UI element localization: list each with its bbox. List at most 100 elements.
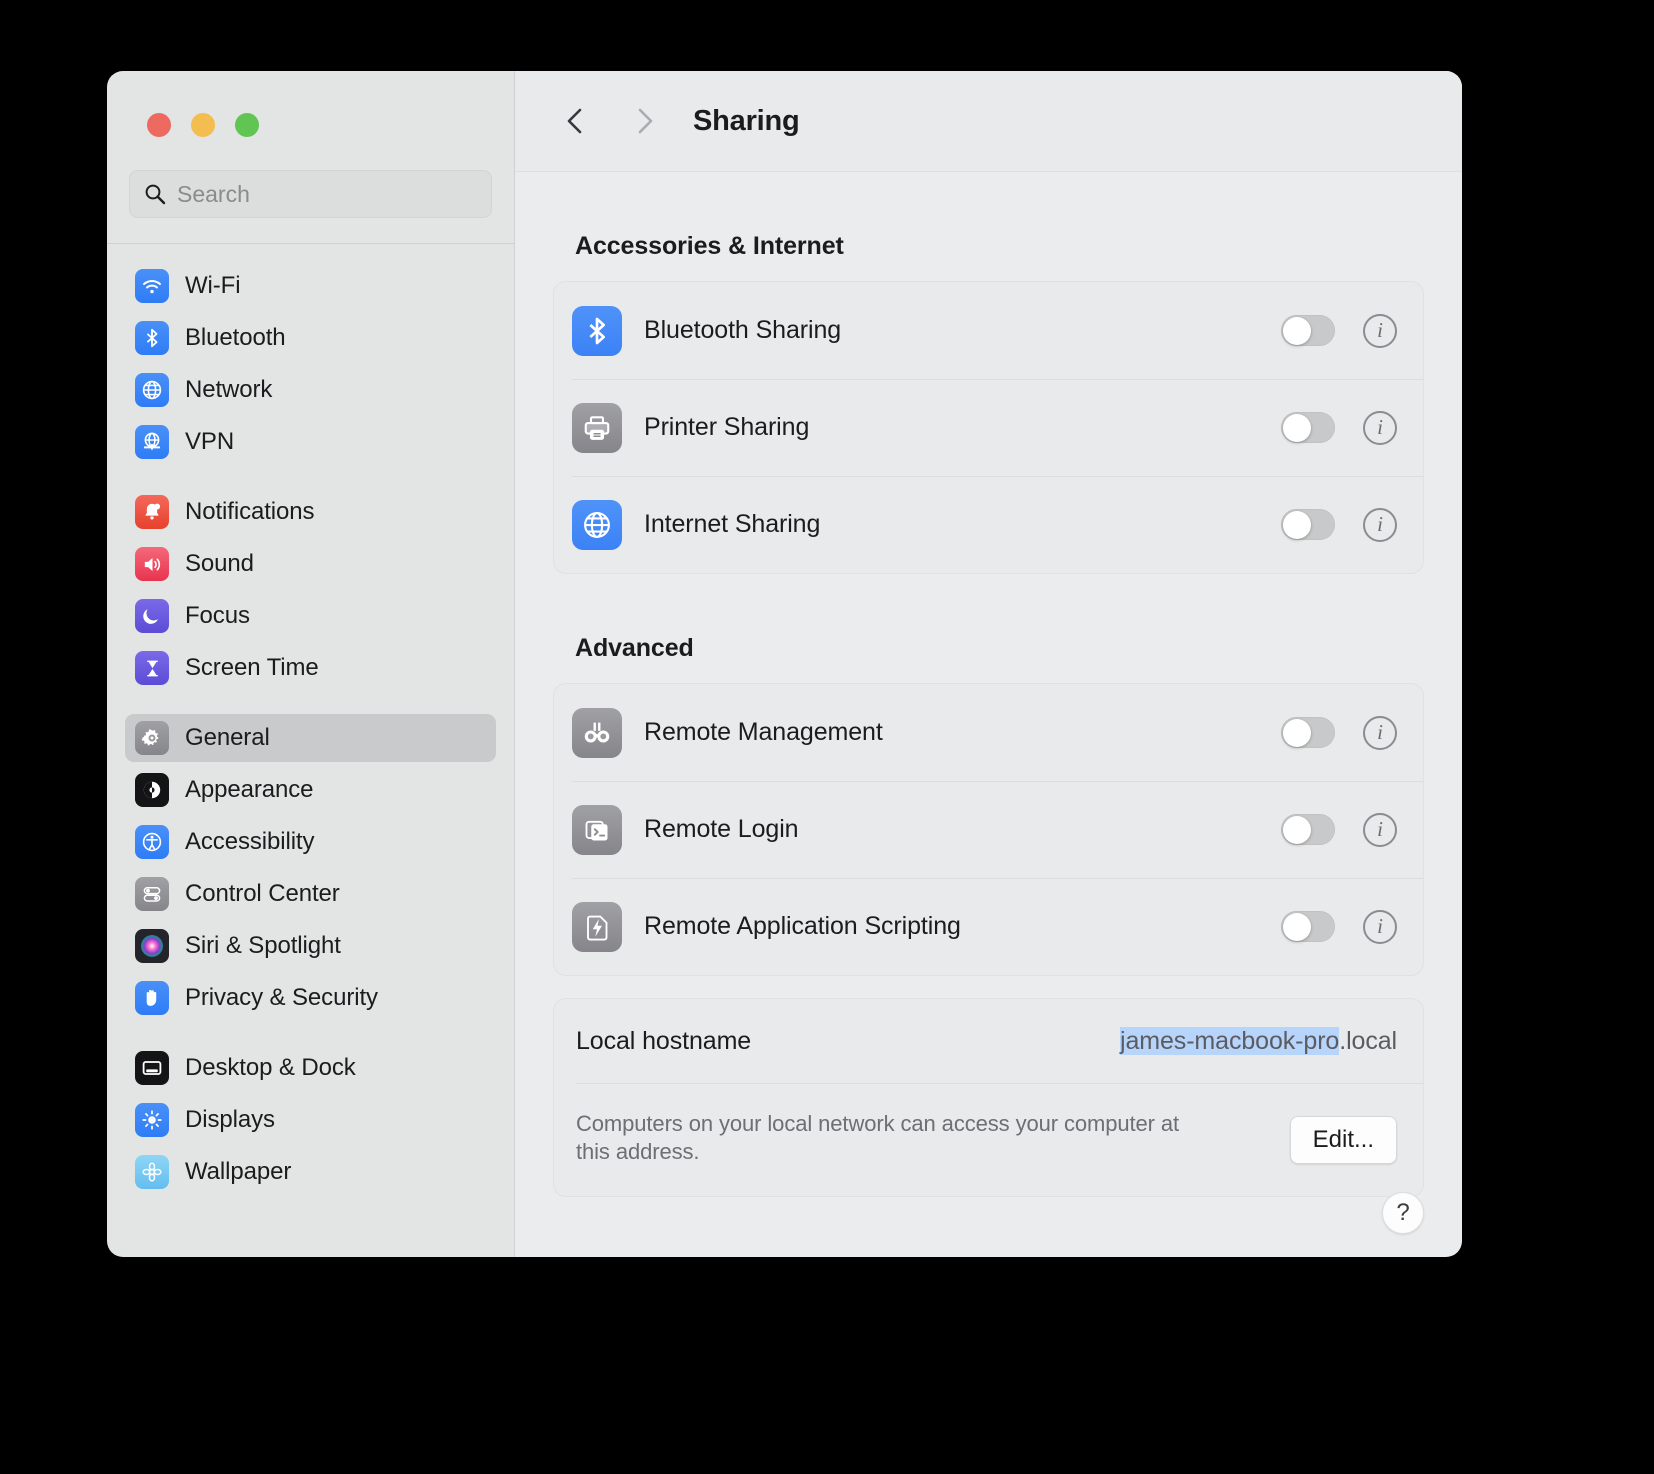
sidebar-item-label: Bluetooth (185, 324, 286, 351)
sidebar-item-vpn[interactable]: VPN (125, 418, 496, 466)
toggle-remote-management[interactable] (1281, 717, 1335, 748)
sidebar-item-label: Control Center (185, 880, 340, 907)
sidebar-item-label: Sound (185, 550, 254, 577)
script-bolt-icon (572, 901, 622, 952)
system-settings-window: Wi-Fi Bluetooth (107, 71, 1462, 1257)
sidebar-item-label: Wi-Fi (185, 272, 241, 299)
sidebar-item-accessibility[interactable]: Accessibility (125, 818, 496, 866)
row-label: Printer Sharing (644, 413, 810, 441)
search-icon (144, 183, 166, 205)
sidebar-item-label: Focus (185, 602, 250, 629)
nav-group-desktop: Desktop & Dock Displays Wallpaper (125, 1044, 496, 1218)
sidebar-item-label: Desktop & Dock (185, 1054, 356, 1081)
sidebar-item-label: Privacy & Security (185, 984, 378, 1011)
close-button[interactable] (147, 113, 171, 137)
row-label: Remote Application Scripting (644, 912, 961, 940)
hourglass-icon (135, 651, 169, 685)
info-button-remote-management[interactable]: i (1363, 715, 1397, 750)
row-printer-sharing[interactable]: Printer Sharing i (554, 379, 1423, 476)
sidebar-item-desktop-dock[interactable]: Desktop & Dock (125, 1044, 496, 1092)
local-hostname-card: Local hostname james-macbook-pro.local C… (553, 998, 1424, 1198)
sidebar-item-label: General (185, 724, 270, 751)
bell-icon (135, 495, 169, 529)
main-body: Accessories & Internet Bluetooth Sharing… (515, 172, 1462, 1257)
accessibility-icon (135, 825, 169, 859)
info-button-remote-login[interactable]: i (1363, 812, 1397, 847)
vpn-globe-icon (135, 425, 169, 459)
help-button[interactable]: ? (1382, 1192, 1424, 1234)
local-hostname-selected-text: james-macbook-pro (1120, 1026, 1340, 1055)
nav-group-network: Wi-Fi Bluetooth Network VPN (125, 258, 496, 488)
speaker-icon (135, 547, 169, 581)
sidebar-item-focus[interactable]: Focus (125, 592, 496, 640)
sidebar-item-sound[interactable]: Sound (125, 540, 496, 588)
sidebar-item-notifications[interactable]: Notifications (125, 488, 496, 536)
section-title-accessories: Accessories & Internet (575, 232, 844, 260)
sidebar-item-label: VPN (185, 428, 235, 455)
window-controls (107, 71, 514, 137)
moon-icon (135, 599, 169, 633)
desktop-dock-icon (135, 1051, 169, 1085)
brightness-icon (135, 1103, 169, 1137)
sidebar-item-control-center[interactable]: Control Center (125, 870, 496, 918)
sidebar-item-label: Accessibility (185, 828, 315, 855)
local-hostname-value[interactable]: james-macbook-pro.local (1120, 1026, 1397, 1056)
toggle-internet-sharing[interactable] (1281, 509, 1335, 540)
hostname-description: Computers on your local network can acce… (576, 1111, 1180, 1165)
edit-button[interactable]: Edit... (1289, 1116, 1397, 1164)
search-input[interactable] (177, 180, 477, 208)
info-button-remote-application-scripting[interactable]: i (1363, 909, 1397, 944)
sidebar-item-screen-time[interactable]: Screen Time (125, 644, 496, 692)
back-button[interactable] (553, 99, 597, 143)
info-button-internet-sharing[interactable]: i (1363, 507, 1397, 542)
printer-icon (572, 402, 622, 453)
switches-icon (135, 877, 169, 911)
row-bluetooth-sharing[interactable]: Bluetooth Sharing i (554, 282, 1423, 379)
local-hostname-row[interactable]: Local hostname james-macbook-pro.local (554, 999, 1423, 1083)
main-header: Sharing (515, 71, 1462, 171)
sidebar-item-siri-spotlight[interactable]: Siri & Spotlight (125, 922, 496, 970)
sidebar-item-label: Siri & Spotlight (185, 932, 341, 959)
minimize-button[interactable] (191, 113, 215, 137)
toggle-bluetooth-sharing[interactable] (1281, 315, 1335, 346)
zoom-button[interactable] (235, 113, 259, 137)
sidebar-item-general[interactable]: General (125, 714, 496, 762)
sidebar-item-wallpaper[interactable]: Wallpaper (125, 1148, 496, 1196)
toggle-printer-sharing[interactable] (1281, 412, 1335, 443)
local-hostname-suffix: .local (1339, 1026, 1397, 1055)
sidebar-item-displays[interactable]: Displays (125, 1096, 496, 1144)
toggle-remote-application-scripting[interactable] (1281, 911, 1335, 942)
info-button-printer-sharing[interactable]: i (1363, 410, 1397, 445)
globe-icon (572, 499, 622, 550)
row-remote-login[interactable]: Remote Login i (554, 781, 1423, 878)
row-label: Remote Login (644, 815, 799, 843)
row-remote-management[interactable]: Remote Management i (554, 684, 1423, 781)
sidebar-item-appearance[interactable]: Appearance (125, 766, 496, 814)
row-label: Bluetooth Sharing (644, 316, 842, 344)
row-label: Remote Management (644, 718, 883, 746)
wifi-icon (135, 269, 169, 303)
sidebar-item-wifi[interactable]: Wi-Fi (125, 262, 496, 310)
terminal-icon (572, 804, 622, 855)
sidebar-item-network[interactable]: Network (125, 366, 496, 414)
local-hostname-label: Local hostname (576, 1026, 752, 1055)
sidebar-item-bluetooth[interactable]: Bluetooth (125, 314, 496, 362)
nav-group-alerts: Notifications Sound Focus Screen Time (125, 488, 496, 714)
sidebar-item-label: Appearance (185, 776, 314, 803)
sidebar-item-label: Notifications (185, 498, 315, 525)
sidebar-item-privacy-security[interactable]: Privacy & Security (125, 974, 496, 1022)
row-internet-sharing[interactable]: Internet Sharing i (554, 476, 1423, 573)
sidebar-nav: Wi-Fi Bluetooth Network VPN Notification… (107, 244, 514, 1218)
info-button-bluetooth-sharing[interactable]: i (1363, 313, 1397, 348)
row-remote-application-scripting[interactable]: Remote Application Scripting i (554, 878, 1423, 975)
search-field[interactable] (129, 170, 492, 218)
forward-button[interactable] (623, 99, 667, 143)
appearance-icon (135, 773, 169, 807)
toggle-remote-login[interactable] (1281, 814, 1335, 845)
main-panel: Sharing Accessories & Internet Bluetooth… (515, 71, 1462, 1257)
sidebar-item-label: Displays (185, 1106, 275, 1133)
nav-group-system: General Appearance Accessibility Control… (125, 714, 496, 1044)
globe-icon (135, 373, 169, 407)
bluetooth-icon (572, 305, 622, 356)
sidebar-item-label: Network (185, 376, 273, 403)
